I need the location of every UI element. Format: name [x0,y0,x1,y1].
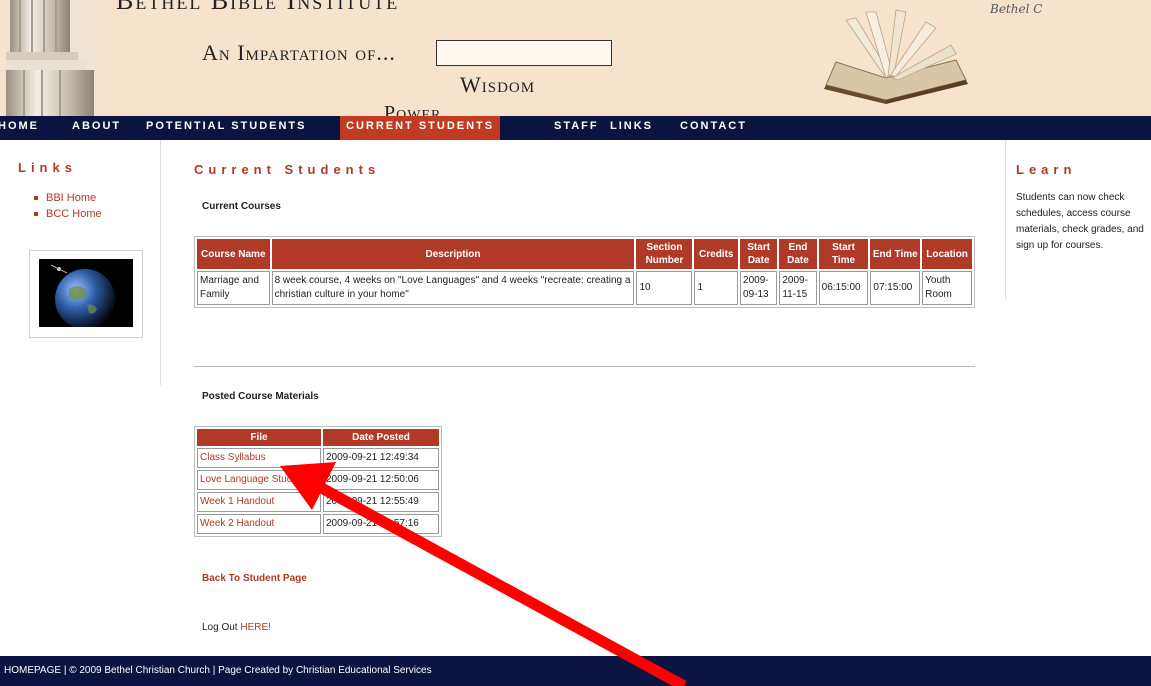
col-end-date: End Date [779,239,817,269]
main-nav: HOME ABOUT POTENTIAL STUDENTS CURRENT ST… [0,116,1151,140]
book-script-text: Bethel C [990,2,1043,16]
col-file: File [197,429,321,446]
courses-heading: Current Courses [202,201,281,212]
file-cell: Love Language Study [197,470,321,490]
nav-about[interactable]: ABOUT [68,116,125,140]
table-row: Class Syllabus 2009-09-21 12:49:34 [197,448,439,468]
site-footer: HOMEPAGE | © 2009 Bethel Christian Churc… [0,656,1151,686]
site-title: Bethel Bible Institute [116,0,400,15]
nav-potential-students[interactable]: POTENTIAL STUDENTS [142,116,310,140]
earth-image [39,259,133,327]
courses-table: Course Name Description Section Number C… [194,236,975,308]
pillar-graphic [6,0,98,116]
cell-end-date: 2009-11-15 [779,271,817,305]
file-cell: Class Syllabus [197,448,321,468]
learn-text: Students can now check schedules, access… [1016,192,1144,251]
section-divider [194,366,975,367]
cell-start-date: 2009-09-13 [740,271,778,305]
left-sidebar: Links BBI Home BCC Home [0,140,161,385]
nav-contact[interactable]: CONTACT [676,116,751,140]
col-start-time: Start Time [818,239,869,269]
date-posted-cell: 2009-09-21 12:55:49 [323,492,439,512]
file-link-week-1-handout[interactable]: Week 1 Handout [200,496,274,507]
materials-header-row: File Date Posted [197,429,439,446]
learn-title: Learn [1016,162,1077,177]
sidebar-links: BBI Home BCC Home [34,190,102,222]
materials-heading: Posted Course Materials [202,391,319,402]
earth-image-frame [29,250,143,338]
earth-globe-icon [39,259,133,327]
col-date-posted: Date Posted [323,429,439,446]
nav-current-students[interactable]: CURRENT STUDENTS [340,116,501,140]
tagline-rotator-box [436,40,612,66]
file-link-week-2-handout[interactable]: Week 2 Handout [200,518,274,529]
nav-home[interactable]: HOME [0,116,43,140]
table-row: Week 1 Handout 2009-09-21 12:55:49 [197,492,439,512]
cell-start-time: 06:15:00 [818,271,869,305]
tagline-word-wisdom: Wisdom [460,72,536,97]
logout-prefix: Log Out [202,622,241,633]
site-header: Bethel Bible Institute An Impartation of… [0,0,1151,116]
col-location: Location [922,239,972,269]
col-end-time: End Time [870,239,921,269]
tagline-word-power: Power [384,102,442,116]
date-posted-cell: 2009-09-21 12:50:06 [323,470,439,490]
footer-text: HOMEPAGE | © 2009 Bethel Christian Churc… [4,665,432,676]
right-sidebar: Learn Students can now check schedules, … [1005,140,1151,300]
bullet-icon [34,212,38,217]
cell-description: 8 week course, 4 weeks on "Love Language… [271,271,635,305]
nav-staff[interactable]: STAFF [550,116,603,140]
col-start-date: Start Date [740,239,778,269]
col-section-number: Section Number [636,239,693,269]
open-book-graphic [824,9,968,104]
bullet-icon [34,196,38,201]
cell-location: Youth Room [922,271,972,305]
page-title: Current Students [194,162,381,177]
date-posted-cell: 2009-09-21 12:57:16 [323,514,439,534]
courses-header-row: Course Name Description Section Number C… [197,239,972,269]
table-row: Marriage and Family 8 week course, 4 wee… [197,271,972,305]
cell-end-time: 07:15:00 [870,271,921,305]
sidebar-item-bcc-home: BCC Home [34,206,102,222]
tagline: An Impartation of... [202,40,396,65]
cell-section-number: 10 [636,271,693,305]
logout-link[interactable]: HERE! [240,622,271,633]
sidebar-title: Links [18,160,77,175]
col-credits: Credits [694,239,739,269]
file-cell: Week 2 Handout [197,514,321,534]
table-row: Love Language Study 2009-09-21 12:50:06 [197,470,439,490]
table-row: Week 2 Handout 2009-09-21 12:57:16 [197,514,439,534]
col-description: Description [271,239,635,269]
nav-links[interactable]: LINKS [606,116,657,140]
logout-line: Log Out HERE! [202,622,271,633]
file-link-love-language-study[interactable]: Love Language Study [200,474,297,485]
file-cell: Week 1 Handout [197,492,321,512]
back-to-student-page-link[interactable]: Back To Student Page [202,573,307,584]
file-link-class-syllabus[interactable]: Class Syllabus [200,452,266,463]
date-posted-cell: 2009-09-21 12:49:34 [323,448,439,468]
sidebar-link-bcc-home[interactable]: BCC Home [46,208,102,220]
sidebar-item-bbi-home: BBI Home [34,190,102,206]
cell-course-name: Marriage and Family [197,271,270,305]
sidebar-link-bbi-home[interactable]: BBI Home [46,192,96,204]
cell-credits: 1 [694,271,739,305]
materials-table: File Date Posted Class Syllabus 2009-09-… [194,426,442,537]
col-course-name: Course Name [197,239,270,269]
